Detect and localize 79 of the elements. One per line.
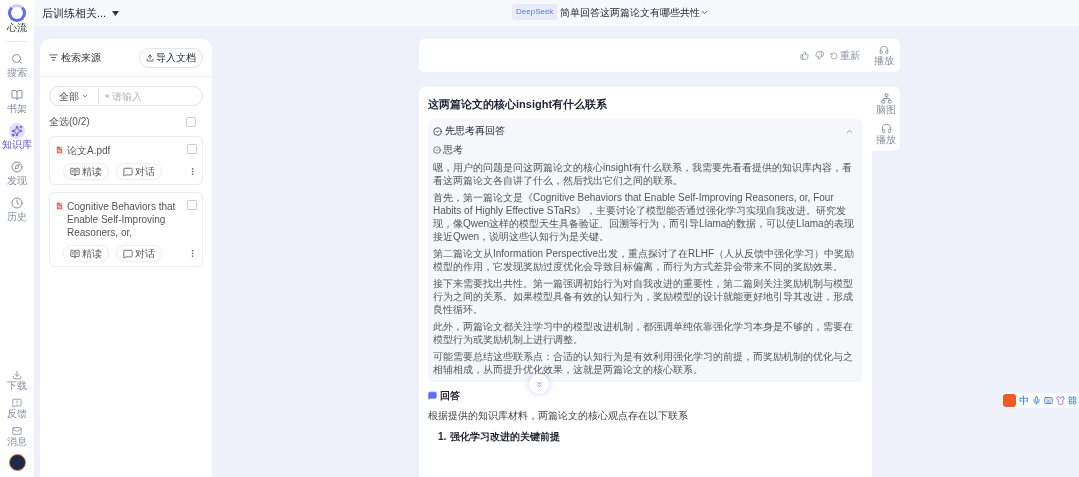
- chevrons-down-icon: [534, 379, 544, 389]
- list-icon: [49, 53, 58, 62]
- mail-icon: [12, 426, 22, 436]
- thinking-toggle[interactable]: 先思考再回答: [433, 124, 858, 138]
- caret-icon: [112, 10, 120, 16]
- side-action-button[interactable]: 播放: [876, 123, 896, 145]
- check-circle-icon: [433, 145, 441, 154]
- upload-icon: [146, 53, 154, 62]
- document-card[interactable]: 论文A.pdf 精读 对话: [49, 136, 203, 185]
- thinking-label: 思考: [433, 142, 858, 157]
- headphones-icon: [879, 45, 889, 55]
- thumbs-up-icon[interactable]: [800, 51, 809, 60]
- play-button[interactable]: 播放: [874, 45, 894, 66]
- thinking-paragraph: 接下来需要找出共性。第一篇强调初始行为对自我改进的重要性，第二篇则关注奖励机制与模型行为之间的关系。如果模型具备有效的认知行为，奖励模型的设计就能更好地引导其改进，形成良性循环。: [433, 277, 854, 316]
- nav-item[interactable]: 书架: [1, 86, 33, 116]
- panel-title: 检索来源: [49, 50, 101, 65]
- book-icon: [11, 89, 23, 101]
- thinking-paragraph: 可能需要总结这些联系点：合适的认知行为是有效利用强化学习的前提，而奖励机制的优化与之相辅相成，从而提升优化效果，这就是两篇论文的核心联系。: [433, 350, 854, 376]
- pdf-icon: [55, 201, 64, 211]
- workspace-dropdown[interactable]: 后训练相关...: [42, 4, 120, 22]
- ime-mode[interactable]: 中: [1019, 393, 1029, 408]
- refresh-icon: [830, 51, 838, 60]
- thumbs-down-icon[interactable]: [815, 51, 824, 60]
- checkbox[interactable]: [187, 200, 197, 210]
- more-icon[interactable]: [188, 249, 197, 258]
- model-badge: DeepSeek: [512, 4, 558, 20]
- avatar[interactable]: [8, 454, 26, 471]
- nav-item[interactable]: 历史: [1, 194, 33, 224]
- nav-item[interactable]: 知识库: [1, 122, 33, 152]
- answer-text: 根据提供的知识库材料，两篇论文的核心观点存在以下联系: [428, 409, 689, 423]
- thinking-paragraph: 嗯，用户的问题是问这两篇论文的核心insight有什么联系，我需要先看看提供的知识库内容，看看这两篇论文各自讲了什么，然后找出它们之间的联系。: [433, 161, 853, 187]
- microphone-icon[interactable]: [1032, 396, 1041, 405]
- pdf-icon: [55, 145, 64, 155]
- chevron-icon: [81, 92, 89, 100]
- compass-icon: [11, 161, 23, 173]
- nav-item[interactable]: 消息: [7, 426, 27, 448]
- scroll-down-button[interactable]: [529, 374, 549, 394]
- document-card[interactable]: Cognitive Behaviors that Enable Self-Improving Reasoners, or, 精读 对话: [49, 192, 203, 267]
- document-name: Cognitive Behaviors that Enable Self-Improving Reasoners, or,: [67, 200, 177, 239]
- thinking-paragraph: 此外，两篇论文都关注学习中的模型改进机制，都强调单纯依靠强化学习本身是不够的，需要在模型行为或奖励机制上进行调整。: [433, 320, 854, 346]
- answer-heading: 回答: [428, 388, 863, 403]
- shirt-icon[interactable]: [1056, 396, 1065, 405]
- answer-point: 强化学习改进的关键前提: [450, 430, 561, 444]
- logo-label: 心流: [7, 22, 27, 33]
- ime-logo-icon[interactable]: [1003, 394, 1016, 407]
- grid-icon[interactable]: [1068, 396, 1077, 405]
- download-icon: [12, 370, 22, 380]
- document-name: 论文A.pdf: [67, 144, 112, 157]
- search-icon: [105, 92, 109, 100]
- chat-title[interactable]: 简单回答这两篇论文有哪些共性: [560, 4, 710, 20]
- book-icon: [70, 166, 80, 177]
- checkbox[interactable]: [187, 144, 197, 154]
- check-circle-icon: [433, 126, 442, 136]
- question-title: 这两篇论文的核心insight有什么联系: [428, 97, 609, 111]
- chat-bubble-icon: [428, 391, 437, 400]
- clock-icon: [11, 197, 23, 209]
- keyboard-icon[interactable]: [1044, 396, 1053, 405]
- nav-item[interactable]: 发现: [1, 158, 33, 188]
- mindmap-icon: [880, 93, 892, 104]
- logo-icon: [8, 4, 26, 22]
- list-number: 1.: [438, 430, 447, 444]
- headphones-icon: [880, 123, 892, 134]
- search-icon: [11, 53, 23, 65]
- book-icon: [70, 248, 80, 259]
- side-action-button[interactable]: 脑图: [876, 93, 896, 115]
- nav-item[interactable]: 下载: [7, 370, 27, 392]
- regenerate-button[interactable]: 重新: [830, 48, 860, 63]
- sparkle-icon: [11, 125, 23, 137]
- nav-item[interactable]: 搜索: [1, 50, 33, 80]
- select-all-label: 全选(0/2): [49, 115, 90, 129]
- thinking-paragraph: 首先，第一篇论文是《Cognitive Behaviors that Enable Self-Improving Reasoners, or, Four Habits of Highly Effective STaRs》，主要讨论了模型能否通过强化学习实现自我改进。研究发现，像Qwen这样的模型天生具备验证、回溯等行为，而引导Llama的数据，可以使Llama的表现接近Qwen，说明这些认知行为是关键。: [433, 191, 855, 243]
- checkbox[interactable]: [186, 116, 196, 127]
- more-icon[interactable]: [188, 167, 197, 176]
- chat-icon: [123, 166, 133, 177]
- filter-dropdown[interactable]: 全部: [50, 88, 99, 104]
- thinking-paragraph: 第二篇论文从Information Perspective出发，重点探讨了在RLHF（人从反馈中强化学习）中奖励模型的作用，它发现奖励过度优化会导致目标偏离，而行为方式差异会带来不同的奖励效果。: [433, 247, 856, 273]
- feedback-icon: [12, 398, 22, 408]
- chat-icon: [123, 248, 133, 259]
- nav-item[interactable]: 反馈: [7, 398, 27, 420]
